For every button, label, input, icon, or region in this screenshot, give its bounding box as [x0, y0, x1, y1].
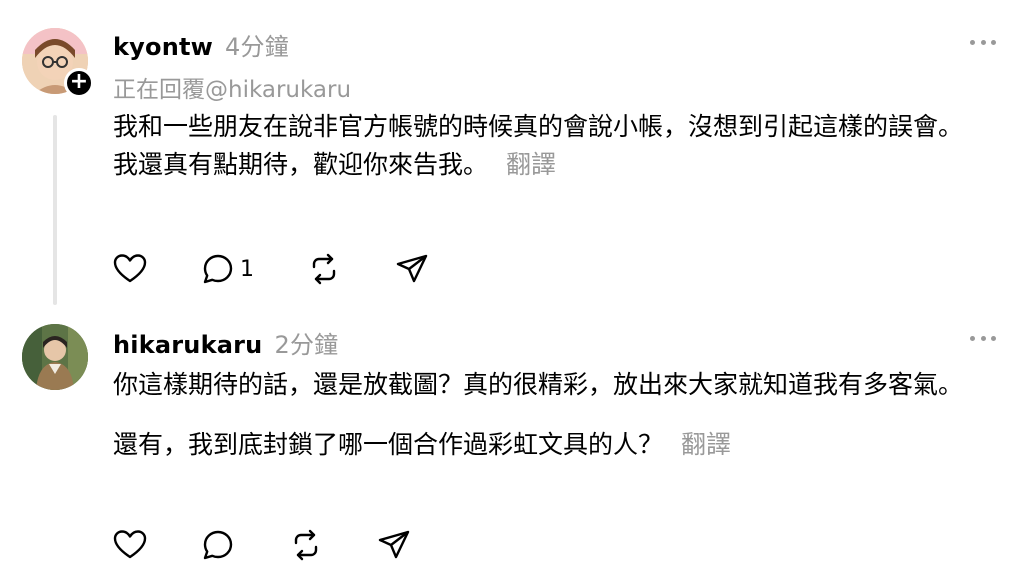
username[interactable]: kyontw: [113, 33, 213, 61]
post-body: 你這樣期待的話，還是放截圖？真的很精彩，放出來大家就知道我有多客氣。 還有，我到…: [113, 366, 993, 464]
post-hikarukaru: hikarukaru 2分鐘 你這樣期待的話，還是放截圖？真的很精彩，放出來大家就…: [0, 316, 1024, 585]
action-bar: [112, 527, 464, 563]
post-paragraph: 還有，我到底封鎖了哪一個合作過彩虹文具的人？: [113, 430, 664, 459]
comment-button[interactable]: [200, 527, 236, 563]
post-paragraph-last: 我還真有點期待，歡迎你來告我。 翻譯: [113, 146, 993, 184]
repost-button[interactable]: [288, 527, 324, 563]
post-header: hikarukaru 2分鐘: [113, 325, 338, 360]
thread-line: [53, 115, 57, 305]
heart-icon: [113, 254, 147, 283]
comment-button[interactable]: 1: [200, 251, 254, 287]
action-bar: 1: [112, 251, 482, 287]
heart-icon: [113, 530, 147, 559]
post-paragraph: 我和一些朋友在說非官方帳號的時候真的會說小帳，沒想到引起這樣的誤會。: [113, 112, 964, 141]
timestamp: 4分鐘: [225, 33, 289, 61]
post-paragraph-last: 還有，我到底封鎖了哪一個合作過彩虹文具的人？ 翻譯: [113, 426, 993, 464]
like-button[interactable]: [112, 527, 148, 563]
share-icon: [396, 254, 428, 283]
post-paragraph: 我還真有點期待，歡迎你來告我。: [113, 150, 489, 179]
follow-plus-icon[interactable]: +: [64, 68, 94, 98]
repost-icon: [294, 529, 318, 561]
reply-to-label: 正在回覆@hikarukaru: [113, 77, 352, 103]
translate-link[interactable]: 翻譯: [506, 150, 556, 179]
timestamp: 2分鐘: [274, 331, 339, 359]
share-icon: [378, 530, 410, 559]
reply-count: 1: [240, 256, 254, 282]
share-button[interactable]: [394, 251, 430, 287]
post-header: kyontw 4分鐘: [113, 27, 289, 62]
more-icon[interactable]: [970, 335, 996, 341]
post-kyontw: + kyontw 4分鐘 正在回覆@hikarukaru 我和一些朋友在說非官方帳…: [0, 0, 1024, 316]
username[interactable]: hikarukaru: [113, 331, 262, 359]
more-icon[interactable]: [970, 39, 996, 45]
repost-button[interactable]: [306, 251, 342, 287]
translate-link[interactable]: 翻譯: [681, 430, 731, 459]
comment-icon: [203, 254, 233, 284]
repost-icon: [312, 253, 336, 285]
like-button[interactable]: [112, 251, 148, 287]
post-paragraph: 你這樣期待的話，還是放截圖？真的很精彩，放出來大家就知道我有多客氣。: [113, 370, 964, 399]
post-body: 我和一些朋友在說非官方帳號的時候真的會說小帳，沒想到引起這樣的誤會。 我還真有點…: [113, 108, 993, 184]
comment-icon: [203, 530, 233, 560]
share-button[interactable]: [376, 527, 412, 563]
avatar-hikarukaru[interactable]: [22, 324, 88, 390]
